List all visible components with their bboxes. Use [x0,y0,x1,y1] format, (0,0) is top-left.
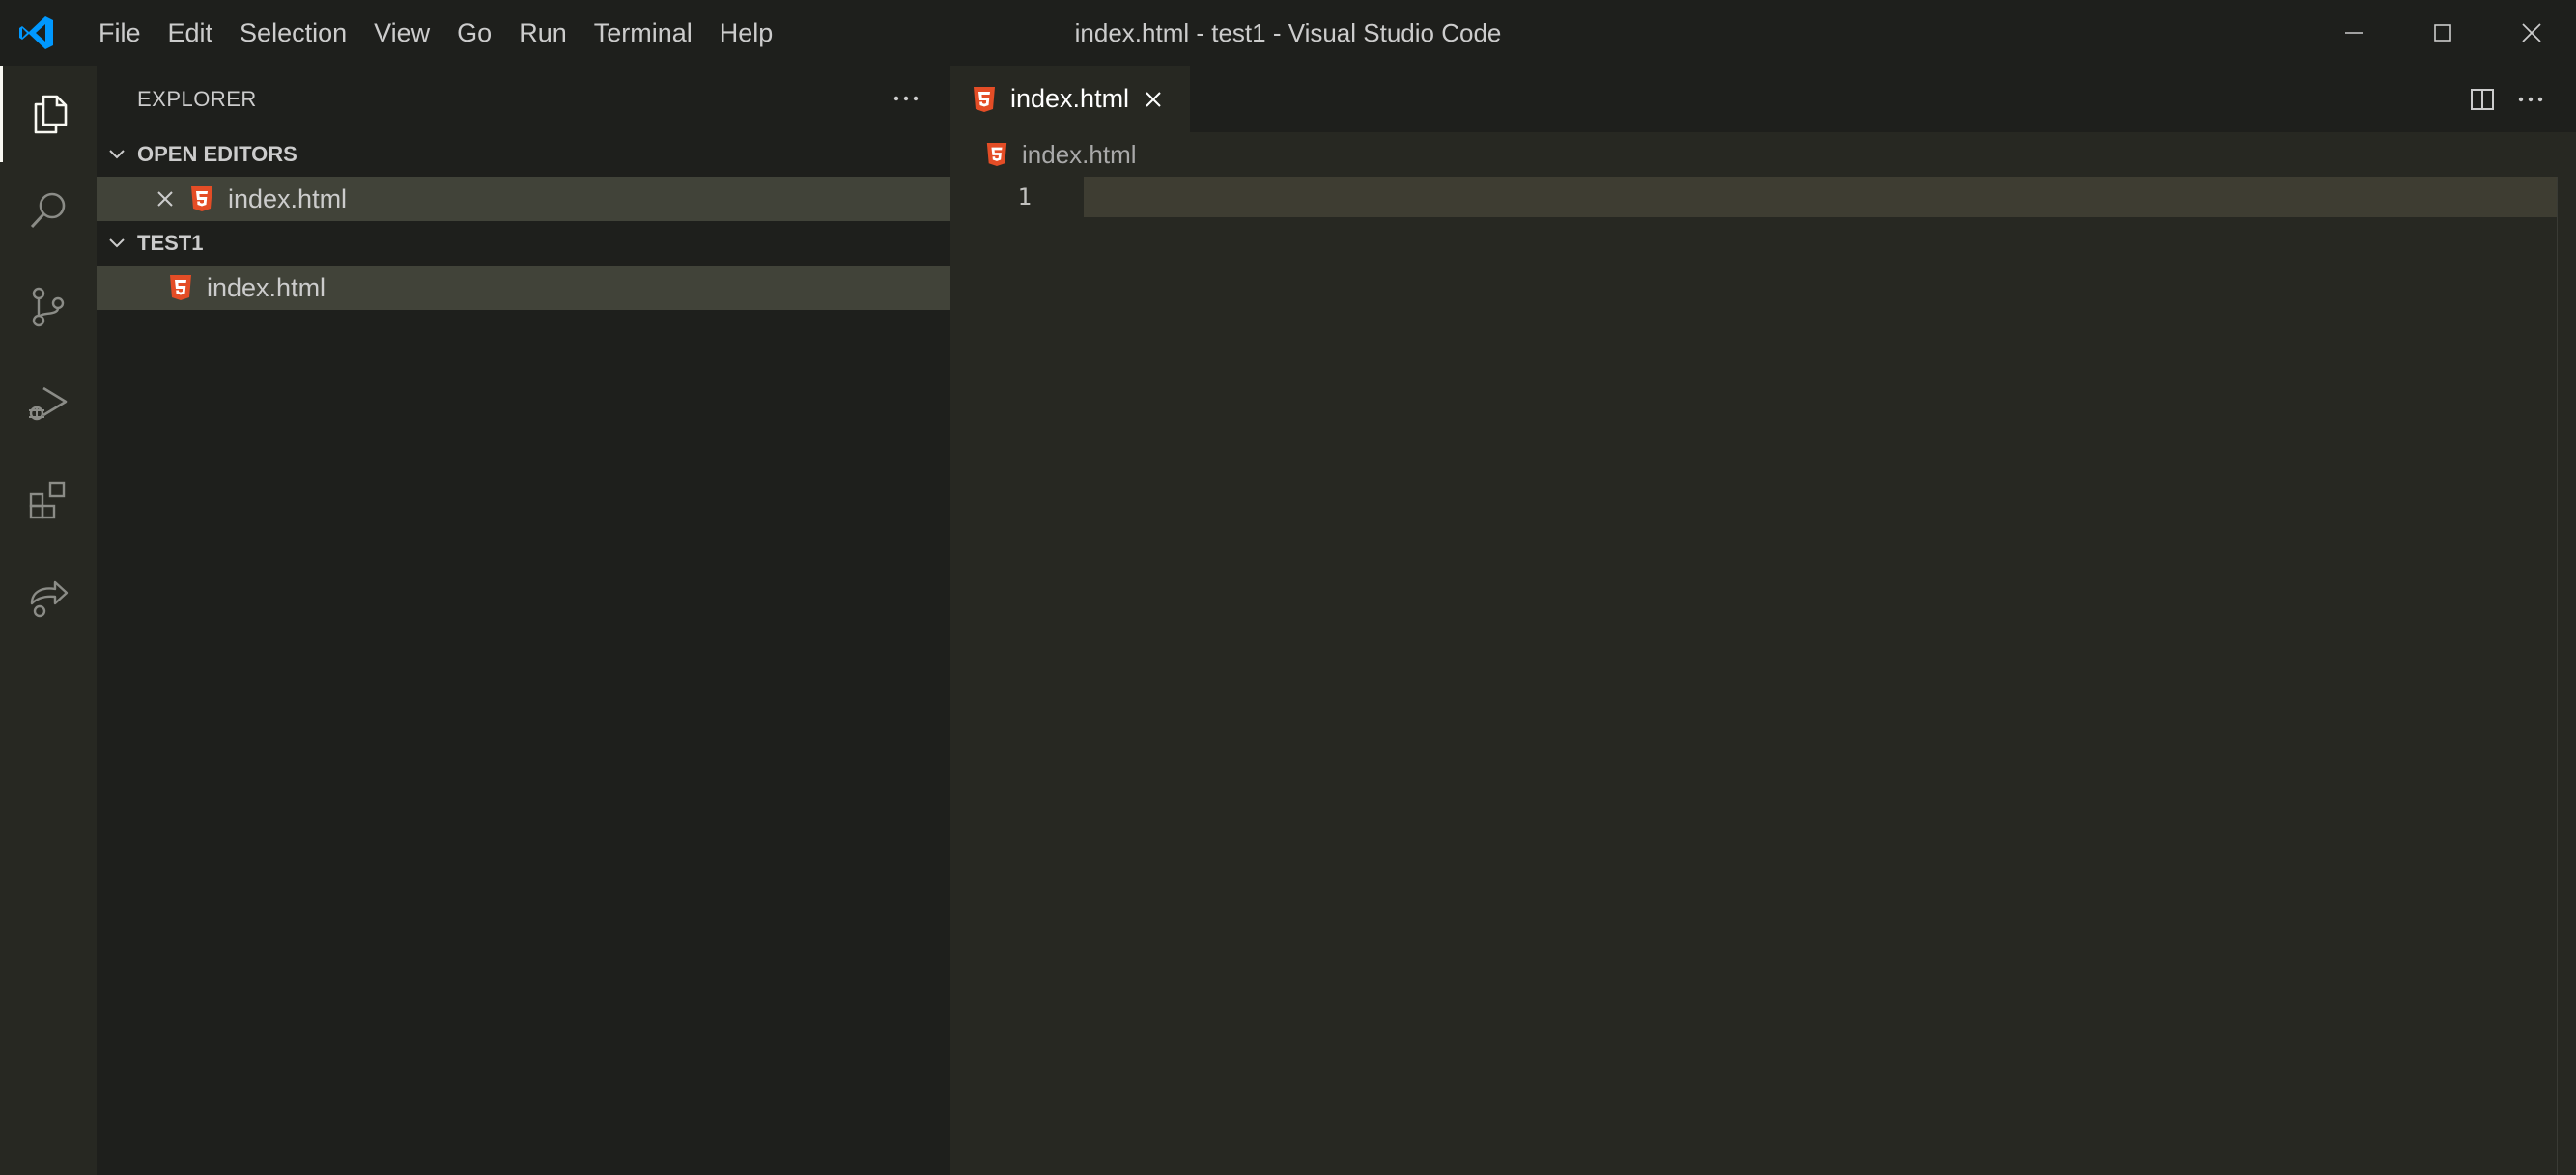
tab-label: index.html [1010,84,1130,113]
close-editor-button[interactable] [151,184,180,213]
chevron-down-icon [102,140,131,169]
menu-go[interactable]: Go [443,0,505,66]
vertical-scrollbar[interactable] [2557,177,2576,1175]
minimize-icon [2345,32,2363,34]
html5-icon [170,275,191,300]
html5-icon [986,143,1007,166]
source-control-icon [32,287,65,327]
tab-close-button[interactable] [1138,84,1169,115]
html5-icon [974,86,995,112]
split-editor-icon [2471,88,2494,110]
close-window-button[interactable] [2487,0,2576,66]
open-editors-header[interactable]: OPEN EDITORS [97,132,950,177]
menu-view[interactable]: View [360,0,443,66]
chevron-down-icon [102,229,131,258]
explorer-sidebar: EXPLORER OPEN EDITORS index.html TEST1 i… [97,66,950,1175]
window-title: index.html - test1 - Visual Studio Code [1074,18,1502,47]
editor-group: index.html index.html 1 [950,66,2576,1175]
open-editor-item[interactable]: index.html [97,177,950,221]
menu-edit[interactable]: Edit [155,0,227,66]
editor-more-button[interactable] [2506,75,2555,124]
title-bar: File Edit Selection View Go Run Terminal… [0,0,2576,66]
file-tree-item[interactable]: index.html [97,266,950,310]
folder-header[interactable]: TEST1 [97,221,950,266]
run-debug-icon [29,386,68,421]
html5-icon [191,186,212,211]
editor-actions [2458,66,2555,132]
maximize-icon [2434,24,2451,42]
line-number: 1 [1017,183,1032,210]
breadcrumb: index.html [950,132,2576,177]
sidebar-more-button[interactable] [883,75,929,122]
breadcrumb-item[interactable]: index.html [1022,140,1137,170]
extensions-icon [29,481,66,519]
menu-terminal[interactable]: Terminal [580,0,706,66]
folder-title: TEST1 [137,231,204,255]
sidebar-title: EXPLORER [137,87,257,111]
window-controls [2309,0,2576,66]
close-icon [2522,23,2541,42]
live-share-icon [30,580,69,618]
tab-index-html[interactable]: index.html [950,66,1190,132]
split-editor-button[interactable] [2458,75,2506,124]
open-editor-filename: index.html [228,183,348,213]
activity-source-control[interactable] [0,259,97,355]
code-editor[interactable]: 1 [950,177,2576,1175]
vscode-window: File Edit Selection View Go Run Terminal… [0,0,2576,1175]
vscode-logo-icon [19,16,53,49]
activity-extensions[interactable] [0,452,97,548]
close-icon [1146,92,1161,107]
activity-live-share[interactable] [0,548,97,645]
menu-bar: File Edit Selection View Go Run Terminal… [85,0,786,66]
activity-bar [0,66,97,1175]
file-tree-filename: index.html [207,272,326,302]
current-line-highlight [1084,177,2557,217]
menu-help[interactable]: Help [706,0,787,66]
close-icon [157,191,173,207]
search-icon [30,192,66,229]
activity-search[interactable] [0,162,97,259]
minimize-button[interactable] [2309,0,2398,66]
menu-selection[interactable]: Selection [226,0,360,66]
activity-run-debug[interactable] [0,355,97,452]
activity-explorer[interactable] [0,66,97,162]
maximize-button[interactable] [2398,0,2487,66]
editor-tabs-bar: index.html [950,66,2576,132]
explorer-icon [34,95,67,134]
open-editors-title: OPEN EDITORS [137,142,297,166]
ellipsis-icon [2518,97,2543,101]
menu-file[interactable]: File [85,0,155,66]
ellipsis-icon [893,96,919,101]
menu-run[interactable]: Run [505,0,580,66]
sidebar-header: EXPLORER [97,66,950,132]
